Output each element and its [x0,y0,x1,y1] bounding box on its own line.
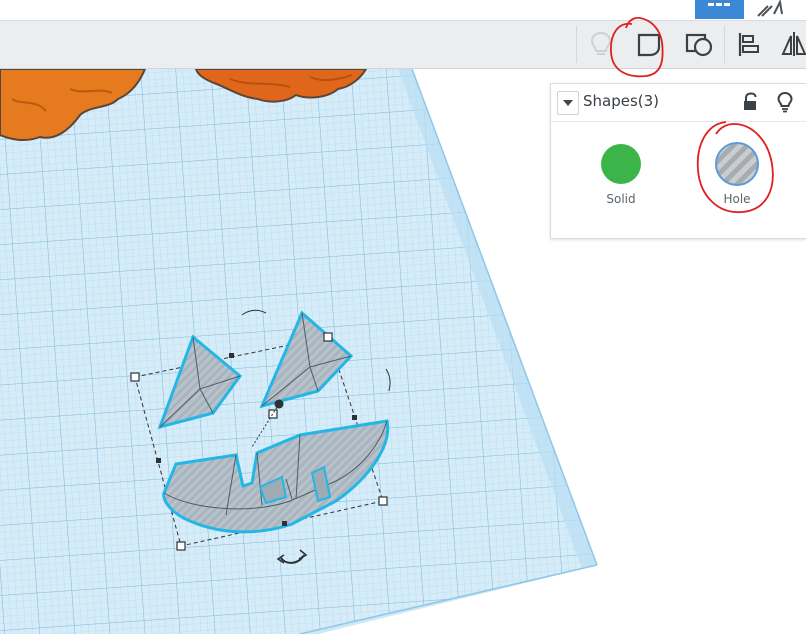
resize-handle[interactable] [176,541,186,551]
shape-inspector: Shapes(3) Solid Hole [550,83,806,239]
edge-handle[interactable] [352,415,357,420]
solid-label: Solid [606,192,636,206]
edge-handle[interactable] [282,521,287,526]
grid-view-button[interactable] [695,0,744,19]
light-bulb-icon[interactable] [776,91,794,113]
resize-handle[interactable] [323,332,333,342]
hole-label: Hole [723,192,751,206]
light-bulb-icon [590,31,612,55]
grid-view-icon [708,3,730,11]
inspector-header: Shapes(3) [551,84,806,122]
toolbar-divider [724,26,725,63]
resize-handle[interactable] [378,496,388,506]
align-icon [738,33,759,56]
collapse-icon [563,100,573,106]
align-button[interactable] [726,21,772,68]
collapse-button[interactable] [557,91,579,115]
edge-handle[interactable] [156,458,161,463]
solid-swatch[interactable] [601,144,641,184]
top-bar [0,0,806,21]
mirror-button[interactable] [770,21,806,68]
height-handle[interactable] [268,409,278,419]
resize-handle[interactable] [130,372,140,382]
ungroup-icon [685,33,713,57]
hole-swatch[interactable] [715,142,759,186]
toolbar-divider [576,26,577,63]
inspector-title: Shapes(3) [583,92,660,110]
toolbar [0,21,806,69]
group-icon [637,33,661,57]
tinker-icon[interactable] [752,0,788,18]
light-bulb-button[interactable] [578,21,624,68]
lock-icon[interactable] [742,92,760,112]
group-button[interactable] [626,21,672,68]
mirror-icon [781,32,806,56]
edge-handle[interactable] [229,353,234,358]
ungroup-button[interactable] [675,21,721,68]
